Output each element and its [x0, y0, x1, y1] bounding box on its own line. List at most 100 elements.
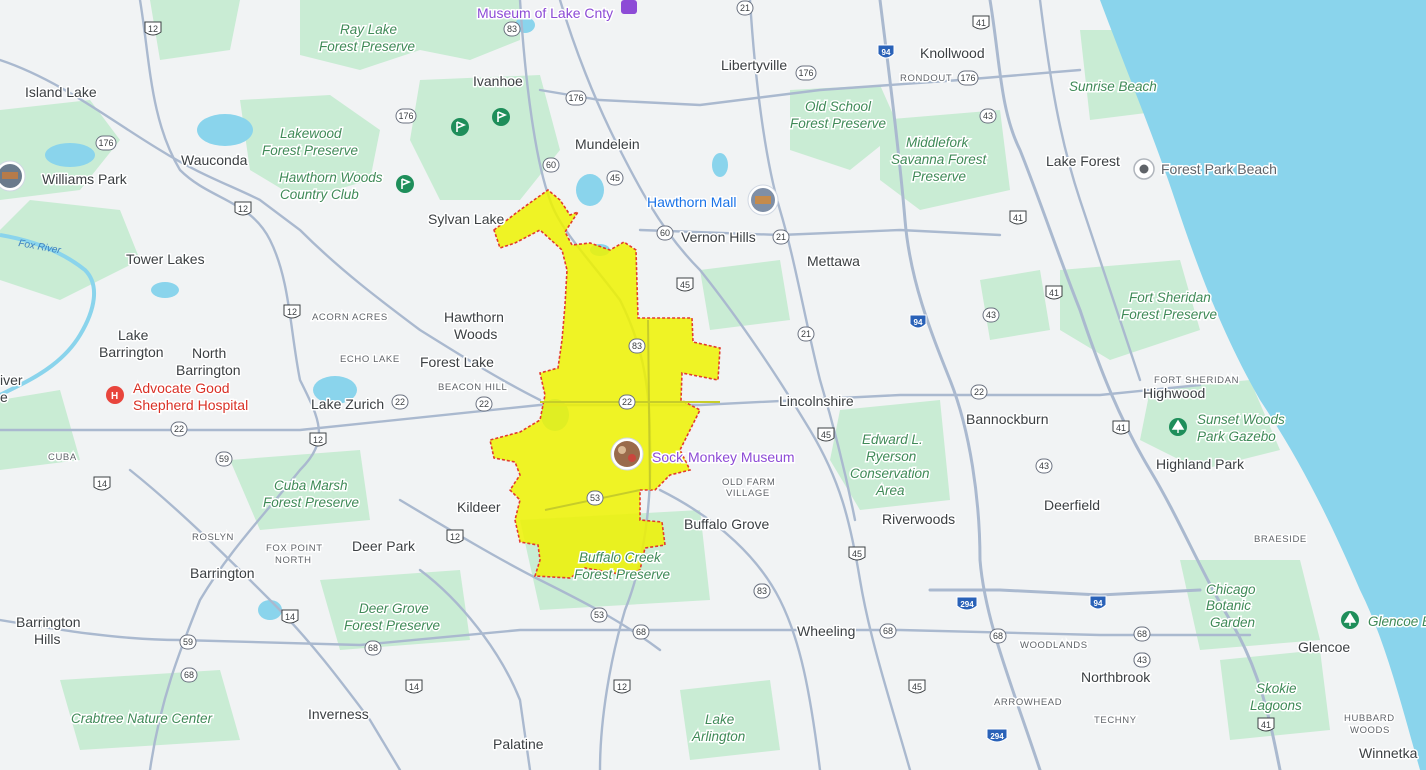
- route-shield-number: 94: [1094, 599, 1103, 608]
- route-shield-number: 176: [798, 68, 813, 78]
- label-echo-lake: ECHO LAKE: [340, 354, 400, 365]
- museum-icon: [621, 0, 637, 14]
- route-shield-number: 14: [285, 612, 295, 622]
- label-woodlands: WOODLANDS: [1020, 640, 1088, 651]
- town-forest-lake: Forest Lake: [420, 354, 494, 370]
- poi-sock-monkey-label-2: Monkey Museum: [688, 449, 795, 465]
- us-route-shield-12: 12: [283, 304, 301, 319]
- town-sylvan-lake: Sylvan Lake: [428, 211, 504, 227]
- poi-forest-park-beach-label: Forest Park Beach: [1161, 161, 1277, 177]
- park-hawthorn-cc-1: Hawthorn Woods: [279, 170, 383, 185]
- town-palatine: Palatine: [493, 736, 544, 752]
- route-shield-number: 53: [590, 493, 600, 503]
- park-tree-icon[interactable]: [1169, 418, 1187, 436]
- route-shield-number: 68: [368, 643, 378, 653]
- park-edward-ryerson-1: Edward L.: [862, 432, 923, 447]
- label-hubbard-woods-2: WOODS: [1350, 725, 1390, 736]
- town-wheeling: Wheeling: [797, 623, 855, 639]
- route-shield-number: 22: [622, 397, 632, 407]
- park-buffalo-creek-1: Buffalo Creek: [579, 550, 662, 565]
- route-shield-number: 12: [148, 24, 158, 34]
- town-deer-park: Deer Park: [352, 538, 416, 554]
- town-hawthorn-woods-2: Woods: [454, 326, 497, 342]
- town-northbrook: Northbrook: [1081, 669, 1151, 685]
- route-shield-number: 12: [617, 682, 627, 692]
- park-skokie-lagoons-2: Lagoons: [1250, 698, 1302, 713]
- route-shield-number: 22: [479, 399, 489, 409]
- route-shield-number: 41: [976, 18, 986, 28]
- us-route-shield-41: 41: [972, 15, 990, 30]
- label-old-farm-1: OLD FARM: [722, 477, 775, 488]
- photo-thumbnail-icon[interactable]: [0, 160, 26, 192]
- interstate-shield-294: 294: [986, 728, 1008, 743]
- route-shield-number: 14: [409, 682, 419, 692]
- route-shield-number: 68: [636, 627, 646, 637]
- route-shield-number: 59: [183, 637, 193, 647]
- park-glencoe-beach: Glencoe B: [1368, 614, 1426, 629]
- interstate-shield-94: 94: [877, 44, 895, 59]
- route-shield-number: 294: [960, 600, 974, 609]
- state-route-shield-83: 83: [753, 583, 771, 599]
- park-skokie-lagoons-1: Skokie: [1256, 681, 1297, 696]
- state-route-shield-68: 68: [989, 628, 1007, 644]
- label-cuba: CUBA: [48, 452, 77, 463]
- label-hubbard-woods-1: HUBBARD: [1344, 713, 1395, 724]
- park-middlefork-3: Preserve: [912, 169, 966, 184]
- interstate-shield-94: 94: [1089, 595, 1107, 610]
- town-glencoe: Glencoe: [1298, 639, 1350, 655]
- label-beacon-hill: BEACON HILL: [438, 382, 507, 393]
- route-shield-number: 22: [174, 424, 184, 434]
- route-shield-number: 176: [568, 93, 583, 103]
- route-shield-number: 53: [594, 610, 604, 620]
- park-cuba-marsh-2: Forest Preserve: [263, 495, 359, 510]
- route-shield-number: 45: [680, 280, 690, 290]
- route-shield-number: 14: [97, 479, 107, 489]
- map-canvas[interactable]: Fox River 121212121212838383176176176176…: [0, 0, 1426, 770]
- park-cuba-marsh-1: Cuba Marsh: [274, 478, 348, 493]
- route-shield-number: 176: [398, 111, 413, 121]
- state-route-shield-83: 83: [503, 21, 521, 37]
- town-river-partial-1: iver: [0, 372, 23, 388]
- label-rondout: RONDOUT: [900, 73, 952, 84]
- us-route-shield-45: 45: [676, 277, 694, 292]
- park-crabtree: Crabtree Nature Center: [71, 711, 213, 726]
- label-techny: TECHNY: [1094, 715, 1137, 726]
- poi-sock-monkey-label-1: Sock: [652, 449, 684, 465]
- state-route-shield-22: 22: [391, 394, 409, 410]
- golf-icon[interactable]: [492, 108, 510, 126]
- state-route-shield-21: 21: [772, 229, 790, 245]
- town-libertyville: Libertyville: [721, 57, 787, 73]
- state-route-shield-53: 53: [586, 490, 604, 506]
- park-tree-icon[interactable]: [1341, 611, 1359, 629]
- state-route-shield-68: 68: [632, 624, 650, 640]
- park-buffalo-creek-2: Forest Preserve: [574, 567, 670, 582]
- town-riverwoods: Riverwoods: [882, 511, 955, 527]
- park-middlefork-1: Middlefork: [906, 135, 970, 150]
- golf-icon[interactable]: [451, 118, 469, 136]
- park-lakewood-1: Lakewood: [280, 126, 342, 141]
- town-lake-forest: Lake Forest: [1046, 153, 1120, 169]
- state-route-shield-21: 21: [797, 326, 815, 342]
- route-shield-number: 41: [1116, 423, 1126, 433]
- route-shield-number: 60: [660, 228, 670, 238]
- state-route-shield-22: 22: [475, 396, 493, 412]
- town-barrington: Barrington: [190, 565, 255, 581]
- golf-icon[interactable]: [396, 175, 414, 193]
- park-ray-lake-1: Ray Lake: [340, 22, 397, 37]
- route-shield-number: 68: [883, 626, 893, 636]
- park-ray-lake-2: Forest Preserve: [319, 39, 415, 54]
- town-island-lake: Island Lake: [25, 84, 97, 100]
- town-ivanhoe: Ivanhoe: [473, 73, 523, 89]
- town-vernon-hills: Vernon Hills: [681, 229, 756, 245]
- park-chicago-botanic-1: Chicago: [1206, 582, 1256, 597]
- town-kildeer: Kildeer: [457, 499, 501, 515]
- town-lake-zurich: Lake Zurich: [311, 396, 384, 412]
- us-route-shield-12: 12: [234, 201, 252, 216]
- town-river-partial-2: e: [0, 389, 8, 405]
- town-williams-park: Williams Park: [42, 171, 128, 187]
- state-route-shield-59: 59: [179, 634, 197, 650]
- town-barrington-hills-2: Hills: [34, 631, 60, 647]
- state-route-shield-176: 176: [795, 65, 817, 81]
- town-inverness: Inverness: [308, 706, 369, 722]
- state-route-shield-22: 22: [970, 384, 988, 400]
